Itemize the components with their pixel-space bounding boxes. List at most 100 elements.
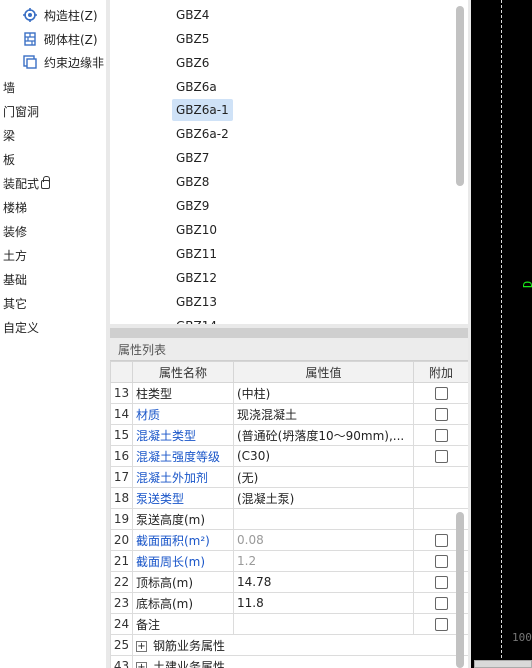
tree-item-masonry-column[interactable]: 砌体柱(Z) xyxy=(22,28,98,50)
tree-item-door-window[interactable]: 门窗洞 xyxy=(3,101,39,121)
property-value[interactable]: 1.2 xyxy=(233,550,414,572)
tree-item-earthwork[interactable]: 土方 xyxy=(3,245,27,265)
extra-checkbox[interactable] xyxy=(434,387,448,400)
extra-checkbox[interactable] xyxy=(434,408,448,421)
tree-item-label: 基础 xyxy=(3,272,28,287)
property-value[interactable]: 14.78 xyxy=(233,571,414,593)
list-item[interactable]: GBZ10 xyxy=(172,219,221,241)
expand-icon[interactable]: + xyxy=(136,661,147,668)
tree-item-label: 装修 xyxy=(3,224,28,239)
property-row[interactable]: 14 材质 现浇混凝土 xyxy=(110,403,468,425)
list-item[interactable]: GBZ13 xyxy=(172,291,221,313)
list-item[interactable]: GBZ4 xyxy=(172,4,213,26)
property-group[interactable]: + 土建业务属性 xyxy=(132,655,468,668)
tree-item-prefab[interactable]: 装配式 xyxy=(3,173,51,193)
extra-checkbox[interactable] xyxy=(434,576,448,589)
property-name: 混凝土类型 xyxy=(132,424,234,446)
extra-checkbox[interactable] xyxy=(434,450,448,463)
tree-item-other[interactable]: 其它 xyxy=(3,293,27,313)
property-value[interactable]: (混凝土泵) xyxy=(233,487,414,509)
property-name: 底标高(m) xyxy=(132,592,234,614)
properties-scrollbar[interactable] xyxy=(456,512,464,668)
tree-item-slab[interactable]: 板 xyxy=(3,149,15,169)
property-row[interactable]: 22 顶标高(m) 14.78 xyxy=(110,571,468,593)
property-name: 顶标高(m) xyxy=(132,571,234,593)
row-number: 23 xyxy=(110,592,133,614)
property-value[interactable] xyxy=(233,508,414,530)
list-item[interactable]: GBZ7 xyxy=(172,147,213,169)
property-row[interactable]: 19 泵送高度(m) xyxy=(110,508,468,530)
extra-checkbox[interactable] xyxy=(434,534,448,547)
extra-checkbox[interactable] xyxy=(434,555,448,568)
property-name: 泵送类型 xyxy=(132,487,234,509)
extra-cell xyxy=(413,466,468,488)
property-value[interactable]: 0.08 xyxy=(233,529,414,551)
property-row[interactable]: 13 柱类型 (中柱) xyxy=(110,382,468,404)
property-value[interactable]: (无) xyxy=(233,466,414,488)
tree-item-label: 装配式 xyxy=(3,176,40,191)
list-item[interactable]: GBZ9 xyxy=(172,195,213,217)
property-row[interactable]: 20 截面面积(m²) 0.08 xyxy=(110,529,468,551)
list-item-selected[interactable]: GBZ6a-1 xyxy=(172,99,233,121)
boundary-icon xyxy=(22,54,38,70)
tree-item-decoration[interactable]: 装修 xyxy=(3,221,27,241)
tree-item-foundation[interactable]: 基础 xyxy=(3,269,27,289)
tree-item-wall[interactable]: 墙 xyxy=(3,77,15,97)
property-row[interactable]: 24 备注 xyxy=(110,613,468,635)
column-header-num xyxy=(110,361,133,383)
property-row[interactable]: 17 混凝土外加剂 (无) xyxy=(110,466,468,488)
extra-checkbox[interactable] xyxy=(434,618,448,631)
extra-checkbox[interactable] xyxy=(434,429,448,442)
component-list: GBZ4 GBZ5 GBZ6 GBZ6a GBZ6a-1 GBZ6a-2 GBZ… xyxy=(110,0,468,324)
list-item[interactable]: GBZ12 xyxy=(172,267,221,289)
property-row[interactable]: 15 混凝土类型 (普通砼(坍落度10～90mm),... xyxy=(110,424,468,446)
tree-item-label: 其它 xyxy=(3,296,28,311)
list-item[interactable]: GBZ8 xyxy=(172,171,213,193)
tree-item-label: 楼梯 xyxy=(3,200,28,215)
tree-item-label: 构造柱(Z) xyxy=(44,8,98,23)
property-row[interactable]: 18 泵送类型 (混凝土泵) xyxy=(110,487,468,509)
property-row[interactable]: 23 底标高(m) 11.8 xyxy=(110,592,468,614)
property-value[interactable]: (普通砼(坍落度10～90mm),... xyxy=(233,424,414,446)
property-row[interactable]: 21 截面周长(m) 1.2 xyxy=(110,550,468,572)
property-group[interactable]: + 钢筋业务属性 xyxy=(132,634,468,656)
tree-item-label: 梁 xyxy=(3,128,16,143)
property-value[interactable]: (中柱) xyxy=(233,382,414,404)
property-value[interactable]: 现浇混凝土 xyxy=(233,403,414,425)
tree-item-custom[interactable]: 自定义 xyxy=(3,317,39,337)
property-name: 材质 xyxy=(132,403,234,425)
tree-item-beam[interactable]: 梁 xyxy=(3,125,15,145)
canvas-horizontal-scrollbar[interactable] xyxy=(474,660,532,668)
property-row[interactable]: 16 混凝土强度等级 (C30) xyxy=(110,445,468,467)
list-item[interactable]: GBZ14 xyxy=(172,315,221,324)
list-item[interactable]: GBZ6a xyxy=(172,76,221,98)
tree-item-label: 板 xyxy=(3,152,16,167)
list-item[interactable]: GBZ5 xyxy=(172,28,213,50)
tree-item-boundary-edge[interactable]: 约束边缘非 xyxy=(22,51,104,73)
extra-cell xyxy=(413,403,468,425)
property-group-row[interactable]: 43 + 土建业务属性 xyxy=(110,655,468,668)
axis-dashed-line xyxy=(501,0,502,668)
property-value[interactable] xyxy=(233,613,414,635)
property-value[interactable]: (C30) xyxy=(233,445,414,467)
list-item[interactable]: GBZ11 xyxy=(172,243,221,265)
property-value[interactable]: 11.8 xyxy=(233,592,414,614)
column-header-name[interactable]: 属性名称 xyxy=(132,361,234,383)
property-name: 截面面积(m²) xyxy=(132,529,234,551)
row-number: 22 xyxy=(110,571,133,593)
extra-checkbox[interactable] xyxy=(434,597,448,610)
list-item[interactable]: GBZ6 xyxy=(172,52,213,74)
row-number: 24 xyxy=(110,613,133,635)
expand-icon[interactable]: + xyxy=(136,640,147,652)
panel-splitter[interactable] xyxy=(110,328,468,338)
list-item[interactable]: GBZ6a-2 xyxy=(172,123,233,145)
column-header-value[interactable]: 属性值 xyxy=(233,361,414,383)
tree-item-stairs[interactable]: 楼梯 xyxy=(3,197,27,217)
extra-cell xyxy=(413,445,468,467)
column-header-extra[interactable]: 附加 xyxy=(413,361,468,383)
list-scrollbar[interactable] xyxy=(456,6,464,186)
property-group-row[interactable]: 25 + 钢筋业务属性 xyxy=(110,634,468,656)
tree-item-construction-column[interactable]: 构造柱(Z) xyxy=(22,4,98,26)
masonry-column-icon xyxy=(22,31,38,47)
row-number: 20 xyxy=(110,529,133,551)
